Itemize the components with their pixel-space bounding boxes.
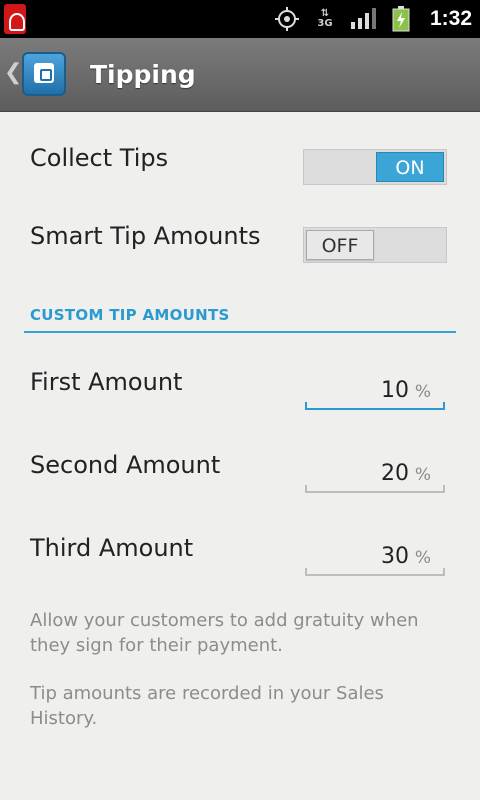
smart-tip-amounts-label: Smart Tip Amounts [30, 222, 261, 250]
collect-tips-toggle[interactable]: ON [303, 149, 447, 185]
custom-tip-amounts-header: CUSTOM TIP AMOUNTS [30, 306, 230, 324]
chevron-left-icon[interactable]: ❮ [4, 60, 22, 85]
second-amount-label: Second Amount [30, 451, 221, 479]
help-text-gratuity: Allow your customers to add gratuity whe… [30, 610, 419, 656]
percent-unit: % [414, 465, 431, 485]
app-logo-icon[interactable] [22, 52, 66, 96]
section-divider [24, 331, 456, 333]
battery-charging-icon [388, 0, 414, 38]
gps-icon [272, 0, 302, 38]
status-bar: ⇅ 3G 1:32 [0, 0, 480, 38]
second-amount-value: 20 [381, 461, 409, 486]
third-amount-value: 30 [381, 544, 409, 569]
signal-icon [348, 0, 378, 38]
third-amount-label: Third Amount [30, 534, 194, 562]
third-amount-field[interactable]: 30 % [305, 536, 445, 576]
second-amount-field[interactable]: 20 % [305, 453, 445, 493]
field-underline [305, 402, 445, 410]
first-amount-value: 10 [381, 378, 409, 403]
action-bar: ❮ Tipping [0, 38, 480, 112]
page-title: Tipping [90, 60, 196, 89]
first-amount-field[interactable]: 10 % [305, 370, 445, 410]
field-underline [305, 485, 445, 493]
network-type: 3G [317, 18, 333, 29]
percent-unit: % [414, 548, 431, 568]
status-time: 1:32 [429, 7, 472, 30]
toggle-state-label: ON [376, 152, 444, 182]
field-underline [305, 568, 445, 576]
toggle-state-label: OFF [306, 230, 374, 260]
smart-tip-amounts-toggle[interactable]: OFF [303, 227, 447, 263]
collect-tips-label: Collect Tips [30, 144, 169, 172]
network-3g-icon: ⇅ 3G [312, 0, 338, 38]
first-amount-label: First Amount [30, 368, 183, 396]
help-text-sales-history: Tip amounts are recorded in your Sales H… [30, 683, 384, 729]
percent-unit: % [414, 382, 431, 402]
app-notification-icon [4, 4, 26, 34]
